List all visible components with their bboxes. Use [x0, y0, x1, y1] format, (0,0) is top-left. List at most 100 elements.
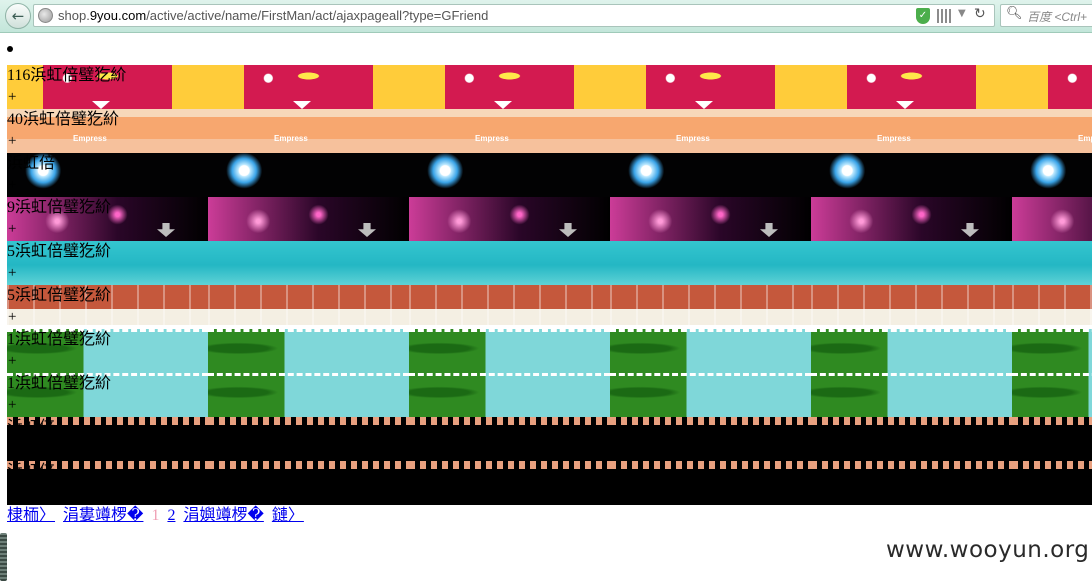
- plus-sign: +: [8, 177, 17, 193]
- gift-banner-image: [208, 197, 409, 241]
- gift-banner-image: [409, 109, 610, 153]
- gift-banner-image: [811, 197, 1012, 241]
- list-item: 浜虹倍 +: [7, 153, 1092, 197]
- gift-banner-image: [1012, 461, 1092, 505]
- search-placeholder: 百度 <Ctrl+: [1027, 10, 1088, 24]
- url-text: shop.9you.com/active/active/name/FirstMa…: [58, 8, 489, 23]
- gift-banner-image: [811, 329, 1012, 373]
- gift-banner-image: [811, 109, 1012, 153]
- first-page-link[interactable]: 棣栭〉: [7, 507, 55, 524]
- dropdown-arrow-icon[interactable]: ▼: [958, 8, 966, 19]
- gift-banner-image: [409, 329, 610, 373]
- list-item: 浜虹倍 +: [7, 461, 1092, 505]
- list-item: 1浜虹倍璧犵紒 +: [7, 373, 1092, 417]
- security-shield-icon[interactable]: ✓: [916, 8, 930, 24]
- gift-banner-image: [610, 417, 811, 461]
- list-item: 116浜虹倍璧犵紒 +: [7, 65, 1092, 109]
- list-item: 浜虹倍 +: [7, 417, 1092, 461]
- list-item: 5浜虹倍璧犵紒 +: [7, 285, 1092, 329]
- gift-banner-image: [610, 461, 811, 505]
- gift-banner-image: [811, 373, 1012, 417]
- gift-banner-image: [208, 373, 409, 417]
- page-2-link[interactable]: 2: [167, 507, 175, 524]
- gift-banner-image: [1012, 65, 1092, 109]
- gift-label: 1浜虹倍璧犵紒: [7, 331, 112, 348]
- back-arrow-icon: ←: [11, 7, 25, 25]
- gift-banner-image: [409, 373, 610, 417]
- browser-toolbar: ← shop.9you.com/active/active/name/First…: [0, 0, 1092, 33]
- gift-banner-image: [208, 329, 409, 373]
- gift-banner-image: [1012, 241, 1092, 285]
- gift-label: 40浜虹倍璧犵紒: [7, 111, 120, 128]
- gift-banner-image: [208, 461, 409, 505]
- gift-banner-image: [811, 65, 1012, 109]
- gift-banner-image: [811, 417, 1012, 461]
- gift-banner-image: [811, 241, 1012, 285]
- gift-label: 5浜虹倍璧犵紒: [7, 287, 112, 304]
- pagination: 棣栭〉 涓婁竴椤� 1 2 涓嬩竴椤� 鏈〉: [7, 506, 308, 526]
- gift-banner-image: [409, 461, 610, 505]
- plus-sign: +: [8, 485, 17, 501]
- gift-banner-image: [1012, 417, 1092, 461]
- gift-banner-image: [409, 65, 610, 109]
- gift-banner-image: [610, 153, 811, 197]
- list-item: 5浜虹倍璧犵紒 +: [7, 241, 1092, 285]
- list-item: 1浜虹倍璧犵紒 +: [7, 329, 1092, 373]
- gift-banner-image: [1012, 153, 1092, 197]
- gift-banner-image: [208, 153, 409, 197]
- gift-banner-image: [208, 285, 409, 329]
- globe-icon: [38, 8, 53, 23]
- gift-label: 5浜虹倍璧犵紒: [7, 243, 112, 260]
- gift-banner-image: [610, 197, 811, 241]
- gift-banner-image: [409, 197, 610, 241]
- current-page: 1: [151, 507, 160, 524]
- gift-label: 浜虹倍: [7, 155, 56, 172]
- plus-sign: +: [8, 265, 17, 281]
- gift-banner-image: [610, 285, 811, 329]
- gift-banner-image: [610, 109, 811, 153]
- gift-banner-image: [811, 153, 1012, 197]
- gift-label: 浜虹倍: [7, 419, 56, 436]
- prev-page-link[interactable]: 涓婁竴椤�: [63, 507, 143, 524]
- plus-sign: +: [8, 221, 17, 237]
- gift-label: 1浜虹倍璧犵紒: [7, 375, 112, 392]
- qr-code-icon[interactable]: [937, 9, 951, 23]
- reload-icon[interactable]: ↻: [974, 6, 986, 22]
- list-item: 40浜虹倍璧犵紒 +: [7, 109, 1092, 153]
- search-box[interactable]: 🔍︎ 百度 <Ctrl+: [1000, 4, 1092, 27]
- gift-list: 116浜虹倍璧犵紒 + 40浜虹倍璧犵紒 + 浜虹倍 +9浜虹倍璧犵紒 +5浜虹倍璧犵紒 +5…: [7, 65, 1092, 505]
- gift-banner-image: [208, 109, 409, 153]
- gift-banner-image: [610, 373, 811, 417]
- gift-banner-image: [208, 241, 409, 285]
- gift-banner-image: [1012, 109, 1092, 153]
- gift-banner-image: [1012, 197, 1092, 241]
- gift-banner-image: [409, 153, 610, 197]
- back-button[interactable]: ←: [5, 3, 31, 29]
- gift-banner-image: [208, 417, 409, 461]
- gift-banner-image: [1012, 285, 1092, 329]
- watermark: www.wooyun.org: [886, 537, 1090, 563]
- gift-banner-image: [610, 65, 811, 109]
- address-bar[interactable]: shop.9you.com/active/active/name/FirstMa…: [33, 4, 995, 27]
- plus-sign: +: [8, 397, 17, 413]
- gift-banner-image: [409, 285, 610, 329]
- gift-banner-image: [811, 461, 1012, 505]
- list-bullet: [7, 46, 13, 52]
- gift-banner-image: [1012, 329, 1092, 373]
- gift-banner-image: [811, 285, 1012, 329]
- last-page-link[interactable]: 鏈〉: [272, 507, 304, 524]
- scrollbar-thumb[interactable]: [0, 533, 7, 581]
- gift-label: 9浜虹倍璧犵紒: [7, 199, 112, 216]
- search-icon: 🔍︎: [1006, 6, 1023, 21]
- plus-sign: +: [8, 353, 17, 369]
- plus-sign: +: [8, 89, 17, 105]
- plus-sign: +: [8, 309, 17, 325]
- gift-banner-image: [208, 65, 409, 109]
- plus-sign: +: [8, 441, 17, 457]
- gift-label: 浜虹倍: [7, 463, 56, 480]
- gift-banner-image: [409, 417, 610, 461]
- plus-sign: +: [8, 133, 17, 149]
- next-page-link[interactable]: 涓嬩竴椤�: [183, 507, 263, 524]
- list-item: 9浜虹倍璧犵紒 +: [7, 197, 1092, 241]
- gift-banner-image: [1012, 373, 1092, 417]
